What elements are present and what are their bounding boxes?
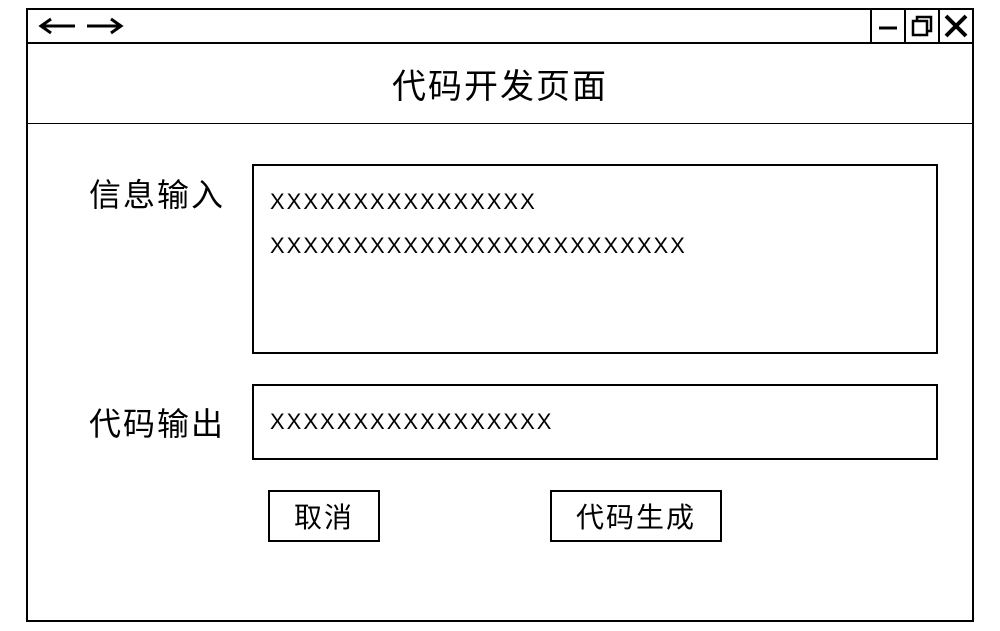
cancel-button[interactable]: 取消 <box>268 490 380 542</box>
output-row: 代码输出 XXXXXXXXXXXXXXXXX <box>62 384 938 460</box>
input-label: 信息输入 <box>62 164 252 216</box>
nav-group <box>28 10 126 42</box>
generate-button[interactable]: 代码生成 <box>550 490 722 542</box>
maximize-icon <box>910 14 934 38</box>
back-button[interactable] <box>36 11 78 41</box>
minimize-icon <box>876 14 900 38</box>
titlebar <box>28 10 972 44</box>
arrow-right-icon <box>85 17 125 35</box>
input-row: 信息输入 XXXXXXXXXXXXXXXX XXXXXXXXXXXXXXXXXX… <box>62 164 938 354</box>
arrow-left-icon <box>37 17 77 35</box>
forward-button[interactable] <box>84 11 126 41</box>
output-label: 代码输出 <box>62 399 252 445</box>
content-area: 信息输入 XXXXXXXXXXXXXXXX XXXXXXXXXXXXXXXXXX… <box>28 124 972 542</box>
window-controls <box>870 10 972 42</box>
minimize-button[interactable] <box>870 10 904 42</box>
button-row: 取消 代码生成 <box>252 490 938 542</box>
page-title: 代码开发页面 <box>392 59 608 108</box>
code-output-box[interactable]: XXXXXXXXXXXXXXXXX <box>252 384 938 460</box>
maximize-button[interactable] <box>904 10 938 42</box>
info-input-textarea[interactable]: XXXXXXXXXXXXXXXX XXXXXXXXXXXXXXXXXXXXXXX… <box>252 164 938 354</box>
close-button[interactable] <box>938 10 972 42</box>
page-header: 代码开发页面 <box>28 44 972 124</box>
close-icon <box>942 12 970 40</box>
application-window: 代码开发页面 信息输入 XXXXXXXXXXXXXXXX XXXXXXXXXXX… <box>26 8 974 622</box>
